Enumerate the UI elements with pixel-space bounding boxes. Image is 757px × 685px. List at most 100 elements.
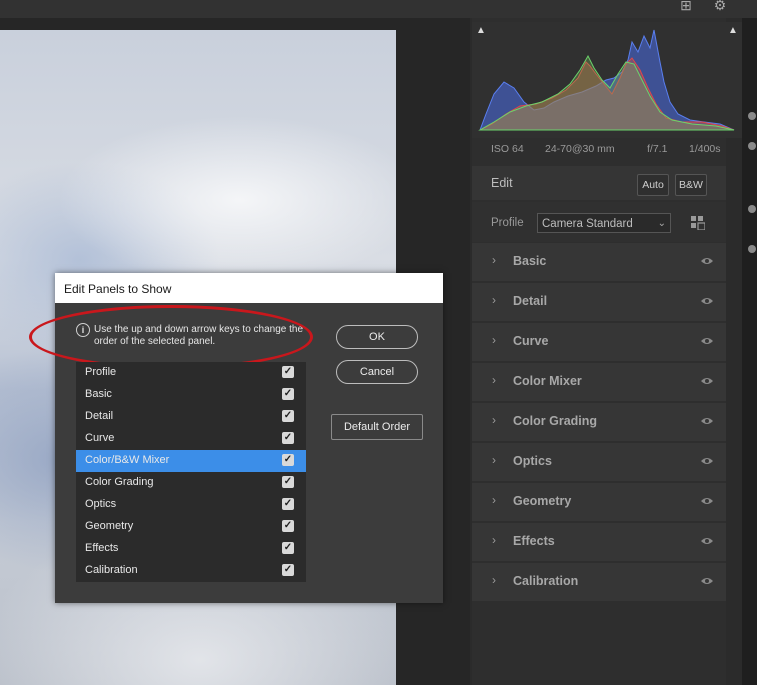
panel-section-label: Detail bbox=[513, 294, 548, 308]
list-item[interactable]: Geometry ✓ bbox=[76, 516, 306, 538]
panel-checkbox[interactable]: ✓ bbox=[282, 520, 294, 532]
panel-name: Basic bbox=[85, 388, 112, 400]
list-item[interactable]: Basic ✓ bbox=[76, 384, 306, 406]
panel-checkbox[interactable]: ✓ bbox=[282, 432, 294, 444]
panel-checkbox[interactable]: ✓ bbox=[282, 564, 294, 576]
highlight-clipping-icon[interactable]: ▲ bbox=[728, 26, 738, 36]
panel-section-label: Basic bbox=[513, 254, 547, 268]
panel-checkbox[interactable]: ✓ bbox=[282, 542, 294, 554]
chevron-right-icon[interactable]: › bbox=[492, 413, 496, 427]
dialog-titlebar: Edit Panels to Show bbox=[55, 273, 443, 303]
profile-dropdown[interactable]: Camera Standard ⌄ bbox=[537, 213, 671, 233]
chevron-down-icon: ⌄ bbox=[657, 218, 666, 229]
panel-checkbox[interactable]: ✓ bbox=[282, 454, 294, 466]
list-item[interactable]: Effects ✓ bbox=[76, 538, 306, 560]
chevron-right-icon[interactable]: › bbox=[492, 293, 496, 307]
bw-button[interactable]: B&W bbox=[675, 174, 707, 196]
list-item[interactable]: Color/B&W Mixer ✓ bbox=[76, 450, 306, 472]
ok-button[interactable]: OK bbox=[336, 325, 418, 349]
panel-section-label: Geometry bbox=[513, 494, 572, 508]
shutter-value: 1/400s bbox=[689, 143, 721, 155]
list-item[interactable]: Optics ✓ bbox=[76, 494, 306, 516]
panel-section[interactable]: › Basic bbox=[472, 243, 726, 281]
panel-section-label: Curve bbox=[513, 334, 549, 348]
edit-header: Edit Auto B&W bbox=[472, 166, 726, 200]
panel-section[interactable]: › Calibration bbox=[472, 563, 726, 601]
auto-button[interactable]: Auto bbox=[637, 174, 669, 196]
eye-icon[interactable] bbox=[700, 576, 714, 586]
panel-checkbox[interactable]: ✓ bbox=[282, 366, 294, 378]
panel-name: Curve bbox=[85, 432, 115, 444]
shadow-clipping-icon[interactable]: ▲ bbox=[476, 26, 486, 36]
eye-icon[interactable] bbox=[700, 456, 714, 466]
panel-checkbox[interactable]: ✓ bbox=[282, 410, 294, 422]
panel-order-list: Profile ✓ Basic ✓ Detail ✓ Curve ✓ Color/B&W Mix… bbox=[76, 362, 306, 582]
panel-checkbox[interactable]: ✓ bbox=[282, 388, 294, 400]
panel-section-label: Optics bbox=[513, 454, 552, 468]
tool-icon[interactable] bbox=[748, 205, 756, 213]
chevron-right-icon[interactable]: › bbox=[492, 453, 496, 467]
list-item[interactable]: Detail ✓ bbox=[76, 406, 306, 428]
dialog-title: Edit Panels to Show bbox=[64, 282, 172, 296]
profile-value: Camera Standard bbox=[542, 218, 633, 230]
add-image-icon[interactable]: ⊞ bbox=[678, 0, 694, 13]
chevron-right-icon[interactable]: › bbox=[492, 253, 496, 267]
eye-icon[interactable] bbox=[700, 256, 714, 266]
top-toolbar: ⊞ ⚙ bbox=[0, 0, 757, 18]
tool-icon[interactable] bbox=[748, 112, 756, 120]
panel-section[interactable]: › Curve bbox=[472, 323, 726, 361]
annotation-ellipse bbox=[29, 305, 313, 369]
panel-section[interactable]: › Color Grading bbox=[472, 403, 726, 441]
exif-readout: ISO 64 24-70@30 mm f/7.1 1/400s bbox=[472, 140, 726, 160]
panel-section[interactable]: › Effects bbox=[472, 523, 726, 561]
list-item[interactable]: Calibration ✓ bbox=[76, 560, 306, 582]
panel-name: Calibration bbox=[85, 564, 138, 576]
chevron-right-icon[interactable]: › bbox=[492, 493, 496, 507]
default-order-button[interactable]: Default Order bbox=[331, 414, 423, 440]
eye-icon[interactable] bbox=[700, 376, 714, 386]
panel-section[interactable]: › Color Mixer bbox=[472, 363, 726, 401]
iso-value: ISO 64 bbox=[491, 143, 524, 155]
cancel-button[interactable]: Cancel bbox=[336, 360, 418, 384]
list-item[interactable]: Profile ✓ bbox=[76, 362, 306, 384]
tool-icon[interactable] bbox=[748, 142, 756, 150]
panel-section-label: Color Grading bbox=[513, 414, 598, 428]
panel-name: Profile bbox=[85, 366, 117, 378]
histogram: ▲ ▲ bbox=[472, 22, 742, 138]
chevron-right-icon[interactable]: › bbox=[492, 333, 496, 347]
panel-section-label: Effects bbox=[513, 534, 555, 548]
aperture-value: f/7.1 bbox=[647, 143, 668, 155]
eye-icon[interactable] bbox=[700, 416, 714, 426]
panel-name: Color Grading bbox=[85, 476, 154, 488]
profile-label: Profile bbox=[491, 217, 524, 229]
panel-name: Optics bbox=[85, 498, 117, 510]
panel-section[interactable]: › Detail bbox=[472, 283, 726, 321]
chevron-right-icon[interactable]: › bbox=[492, 373, 496, 387]
edit-panels-dialog: Edit Panels to Show i Use the up and dow… bbox=[29, 273, 443, 603]
panel-section-label: Color Mixer bbox=[513, 374, 582, 388]
panel-checkbox[interactable]: ✓ bbox=[282, 476, 294, 488]
histogram-graph bbox=[478, 29, 735, 131]
edit-title: Edit bbox=[491, 176, 513, 190]
grid-browse-icon[interactable] bbox=[691, 216, 705, 230]
eye-icon[interactable] bbox=[700, 296, 714, 306]
panel-name: Detail bbox=[85, 410, 114, 422]
panel-section-label: Calibration bbox=[513, 574, 579, 588]
eye-icon[interactable] bbox=[700, 536, 714, 546]
panel-checkbox[interactable]: ✓ bbox=[282, 498, 294, 510]
eye-icon[interactable] bbox=[700, 496, 714, 506]
profile-row: Profile Camera Standard ⌄ bbox=[472, 202, 726, 242]
panel-name: Effects bbox=[85, 542, 119, 554]
eye-icon[interactable] bbox=[700, 336, 714, 346]
panel-section[interactable]: › Geometry bbox=[472, 483, 726, 521]
chevron-right-icon[interactable]: › bbox=[492, 573, 496, 587]
chevron-right-icon[interactable]: › bbox=[492, 533, 496, 547]
tool-icon[interactable] bbox=[748, 245, 756, 253]
panel-section[interactable]: › Optics bbox=[472, 443, 726, 481]
panel-name: Geometry bbox=[85, 520, 134, 532]
panel-name: Color/B&W Mixer bbox=[85, 454, 170, 466]
list-item[interactable]: Curve ✓ bbox=[76, 428, 306, 450]
lens-value: 24-70@30 mm bbox=[545, 143, 615, 155]
list-item[interactable]: Color Grading ✓ bbox=[76, 472, 306, 494]
gear-icon[interactable]: ⚙ bbox=[712, 0, 728, 13]
